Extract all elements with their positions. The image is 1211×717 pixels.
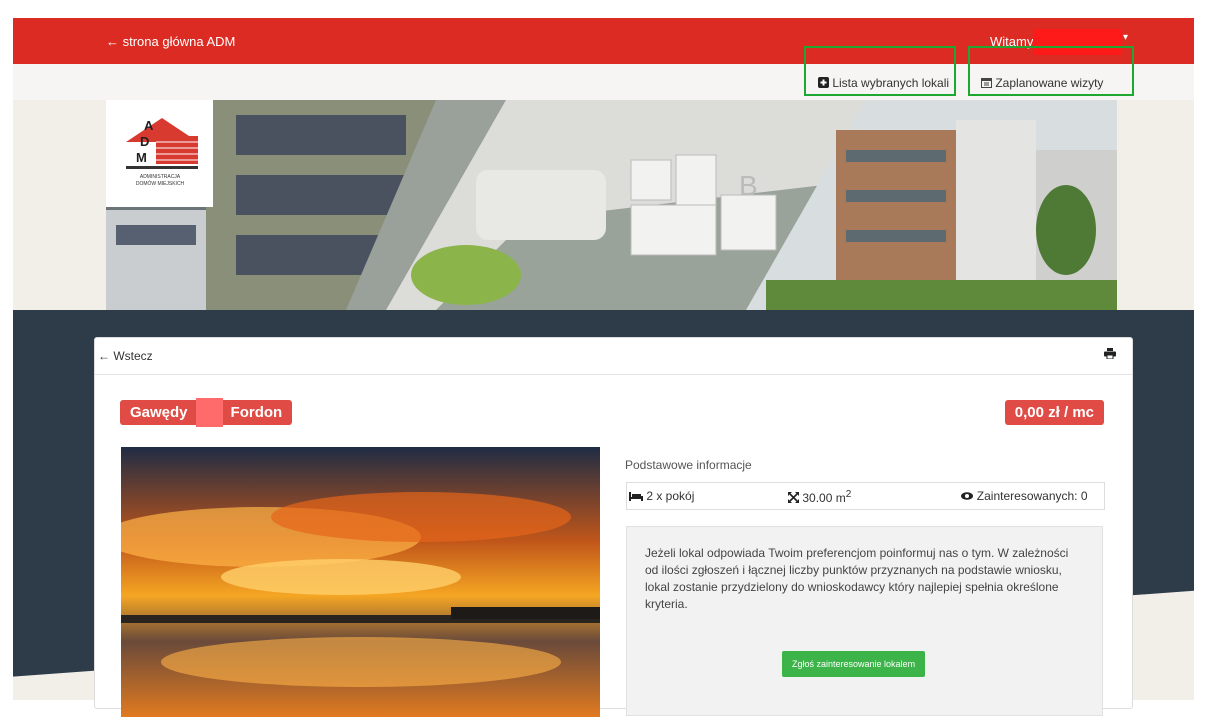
- rooms-value: 2 x pokój: [646, 489, 695, 503]
- svg-text:DOMÓW MIEJSKICH: DOMÓW MIEJSKICH: [136, 180, 185, 187]
- redacted-number: [195, 398, 223, 427]
- banner-image: B: [106, 100, 1117, 310]
- basic-info-table: 2 x pokój 30.00 m2 Zainteresowanych: 0: [626, 482, 1105, 510]
- interested-value: Zainteresowanych: 0: [976, 489, 1088, 503]
- chevron-down-icon[interactable]: ▾: [1123, 32, 1128, 43]
- planned-visits-label: Zaplanowane wizyty: [995, 76, 1104, 90]
- svg-text:A: A: [144, 118, 154, 133]
- rooms-cell: 2 x pokój: [627, 483, 786, 509]
- area-unit-sup: 2: [845, 489, 852, 500]
- listing-photo[interactable]: [121, 447, 600, 717]
- svg-text:ADMINISTRACJA: ADMINISTRACJA: [140, 174, 181, 180]
- interested-cell: Zainteresowanych: 0: [945, 483, 1104, 509]
- basic-info-title: Podstawowe informacje: [625, 458, 752, 472]
- area-cell: 30.00 m2: [786, 483, 945, 509]
- svg-text:B: B: [739, 170, 758, 201]
- adm-logo[interactable]: A D M ADMINISTRACJA DOMÓW MIEJSKICH: [106, 100, 213, 207]
- report-interest-button[interactable]: Zgłoś zainteresowanie lokalem: [782, 651, 926, 677]
- bed-icon: [629, 492, 643, 501]
- listing-card: ← Wstecz Gawędy Fordon 0,00 zł / mc Pods…: [94, 337, 1133, 717]
- interest-notice: Jeżeli lokal odpowiada Twoim preferencjo…: [626, 526, 1103, 716]
- planned-visits-link[interactable]: Zaplanowane wizyty: [981, 76, 1103, 90]
- price-badge: 0,00 zł / mc: [1004, 400, 1104, 425]
- address-street: Gawędy: [130, 404, 188, 421]
- header-banner: B A D M ADMINISTRACJA DOMÓW MIEJSKICH: [106, 100, 1117, 310]
- card-header: ← Wstecz: [95, 338, 1132, 375]
- plus-square-icon: [818, 77, 829, 88]
- svg-text:D: D: [140, 134, 149, 149]
- eye-icon: [961, 492, 974, 500]
- notice-text: Jeżeli lokal odpowiada Twoim preferencjo…: [645, 546, 1069, 611]
- area-value: 30.00 m: [802, 491, 846, 505]
- sunset-photo: [121, 447, 600, 717]
- calendar-icon: [981, 78, 992, 88]
- home-link[interactable]: ← strona główna ADM: [106, 34, 235, 49]
- print-icon[interactable]: [1104, 348, 1116, 362]
- secondary-nav: Lista wybranych lokali Zaplanowane wizyt…: [13, 46, 1194, 100]
- expand-icon: [788, 492, 799, 503]
- address-badge: Gawędy Fordon: [120, 398, 293, 427]
- adm-logo-image: A D M ADMINISTRACJA DOMÓW MIEJSKICH: [126, 118, 198, 187]
- address-district: Fordon: [230, 404, 283, 421]
- svg-text:M: M: [136, 150, 147, 165]
- back-link[interactable]: ← Wstecz: [98, 349, 153, 363]
- selected-list-label: Lista wybranych lokali: [832, 76, 950, 90]
- selected-list-link[interactable]: Lista wybranych lokali: [818, 76, 949, 90]
